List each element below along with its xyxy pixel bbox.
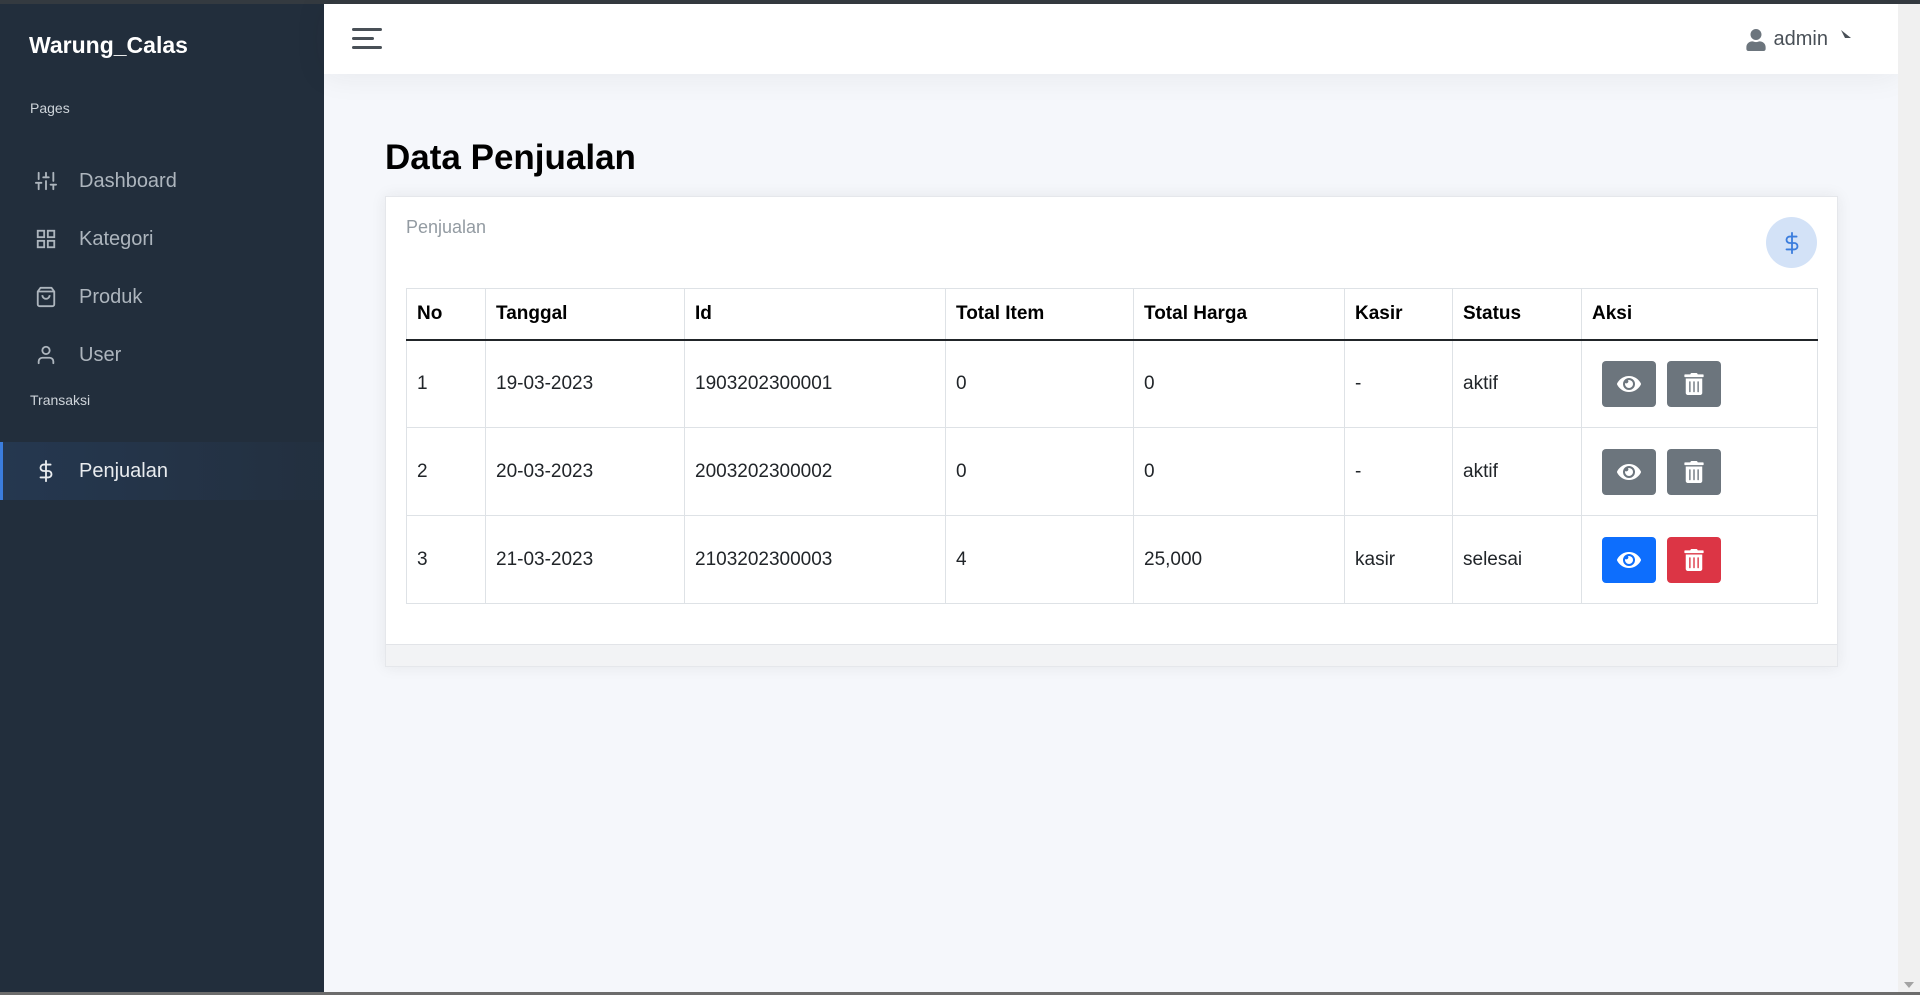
- vertical-scrollbar[interactable]: [1898, 4, 1920, 992]
- top-navbar: admin: [324, 4, 1898, 74]
- cell-id: 1903202300001: [684, 339, 946, 428]
- cell-total-item: 0: [945, 427, 1134, 516]
- sidebar-toggle-icon[interactable]: [352, 28, 382, 50]
- view-button[interactable]: [1602, 536, 1656, 583]
- cell-kasir: -: [1344, 339, 1453, 428]
- cell-total-harga: 0: [1133, 339, 1345, 428]
- column-header-tanggal: Tanggal: [485, 288, 685, 341]
- column-header-status: Status: [1452, 288, 1582, 341]
- column-header-no: No: [406, 288, 486, 341]
- cell-no: 2: [406, 427, 486, 516]
- sales-table: No Tanggal Id Total Item Total Harga Kas…: [406, 288, 1818, 604]
- table-header-row: No Tanggal Id Total Item Total Harga Kas…: [406, 288, 1818, 341]
- trash-icon: [1684, 372, 1704, 395]
- delete-button[interactable]: [1667, 536, 1722, 583]
- dollar-icon: [1766, 217, 1817, 268]
- user-icon: [1745, 28, 1766, 51]
- cell-aksi: [1581, 427, 1818, 516]
- sidebar-item-label: Dashboard: [79, 169, 177, 192]
- card-title: Penjualan: [406, 217, 487, 237]
- sidebar-item-user[interactable]: User: [0, 326, 324, 384]
- sidebar-item-label: User: [79, 343, 122, 366]
- cell-total-harga: 0: [1133, 427, 1345, 516]
- cell-kasir: kasir: [1344, 515, 1453, 604]
- view-button[interactable]: [1602, 360, 1656, 407]
- sidebar-item-penjualan[interactable]: Penjualan: [0, 442, 324, 500]
- user-name: admin: [1773, 28, 1828, 50]
- column-header-aksi: Aksi: [1581, 288, 1818, 341]
- column-header-id: Id: [684, 288, 946, 341]
- sidebar-item-label: Produk: [79, 285, 143, 308]
- cell-tanggal: 21-03-2023: [485, 515, 685, 604]
- sidebar-header-transaksi: Transaksi: [30, 392, 91, 408]
- cell-total-item: 4: [945, 515, 1134, 604]
- trash-icon: [1684, 460, 1704, 483]
- table-row: 3 21-03-2023 2103202300003 4 25,000 kasi…: [406, 515, 1818, 604]
- sidebar-header-pages: Pages: [30, 100, 70, 116]
- grid-icon: [35, 228, 57, 250]
- main-content: admin Data Penjualan Penjualan No Tangga…: [324, 4, 1898, 992]
- scroll-down-arrow-icon[interactable]: [1904, 982, 1914, 988]
- eye-icon: [1617, 375, 1641, 392]
- cell-status: aktif: [1452, 427, 1582, 516]
- cell-tanggal: 20-03-2023: [485, 427, 685, 516]
- cell-total-item: 0: [945, 339, 1134, 428]
- user-icon: [35, 344, 57, 366]
- eye-icon: [1617, 463, 1641, 480]
- page-title: Data Penjualan: [385, 138, 636, 177]
- dropdown-caret-icon[interactable]: [1839, 28, 1853, 42]
- cell-no: 3: [406, 515, 486, 604]
- cell-id: 2103202300003: [684, 515, 946, 604]
- sales-card: Penjualan No Tanggal Id Total Item Total…: [385, 196, 1838, 667]
- sidebar: Warung_Calas Pages Dashboard Kategori Pr…: [0, 4, 324, 992]
- column-header-total-item: Total Item: [945, 288, 1134, 341]
- sidebar-item-label: Kategori: [79, 227, 154, 250]
- column-header-kasir: Kasir: [1344, 288, 1453, 341]
- cell-status: selesai: [1452, 515, 1582, 604]
- column-header-total-harga: Total Harga: [1133, 288, 1345, 341]
- cell-id: 2003202300002: [684, 427, 946, 516]
- cell-no: 1: [406, 339, 486, 428]
- card-footer: [386, 644, 1837, 666]
- sidebar-item-kategori[interactable]: Kategori: [0, 210, 324, 268]
- dollar-icon: [35, 460, 57, 482]
- delete-button[interactable]: [1667, 448, 1722, 495]
- eye-icon: [1617, 551, 1641, 568]
- cell-tanggal: 19-03-2023: [485, 339, 685, 428]
- sliders-icon: [35, 170, 57, 192]
- cell-total-harga: 25,000: [1133, 515, 1345, 604]
- table-row: 2 20-03-2023 2003202300002 0 0 - aktif: [406, 427, 1818, 516]
- shopping-bag-icon: [35, 286, 57, 308]
- user-menu[interactable]: admin: [1745, 28, 1828, 51]
- cell-status: aktif: [1452, 339, 1582, 428]
- view-button[interactable]: [1602, 448, 1656, 495]
- cell-kasir: -: [1344, 427, 1453, 516]
- trash-icon: [1684, 548, 1704, 571]
- delete-button[interactable]: [1667, 360, 1722, 407]
- brand-logo[interactable]: Warung_Calas: [29, 32, 188, 59]
- table-row: 1 19-03-2023 1903202300001 0 0 - aktif: [406, 339, 1818, 428]
- scrollbar-thumb[interactable]: [1903, 4, 1915, 979]
- sidebar-item-label: Penjualan: [79, 459, 168, 482]
- cell-aksi: [1581, 339, 1818, 428]
- cell-aksi: [1581, 515, 1818, 604]
- sidebar-item-produk[interactable]: Produk: [0, 268, 324, 326]
- sidebar-item-dashboard[interactable]: Dashboard: [0, 152, 324, 210]
